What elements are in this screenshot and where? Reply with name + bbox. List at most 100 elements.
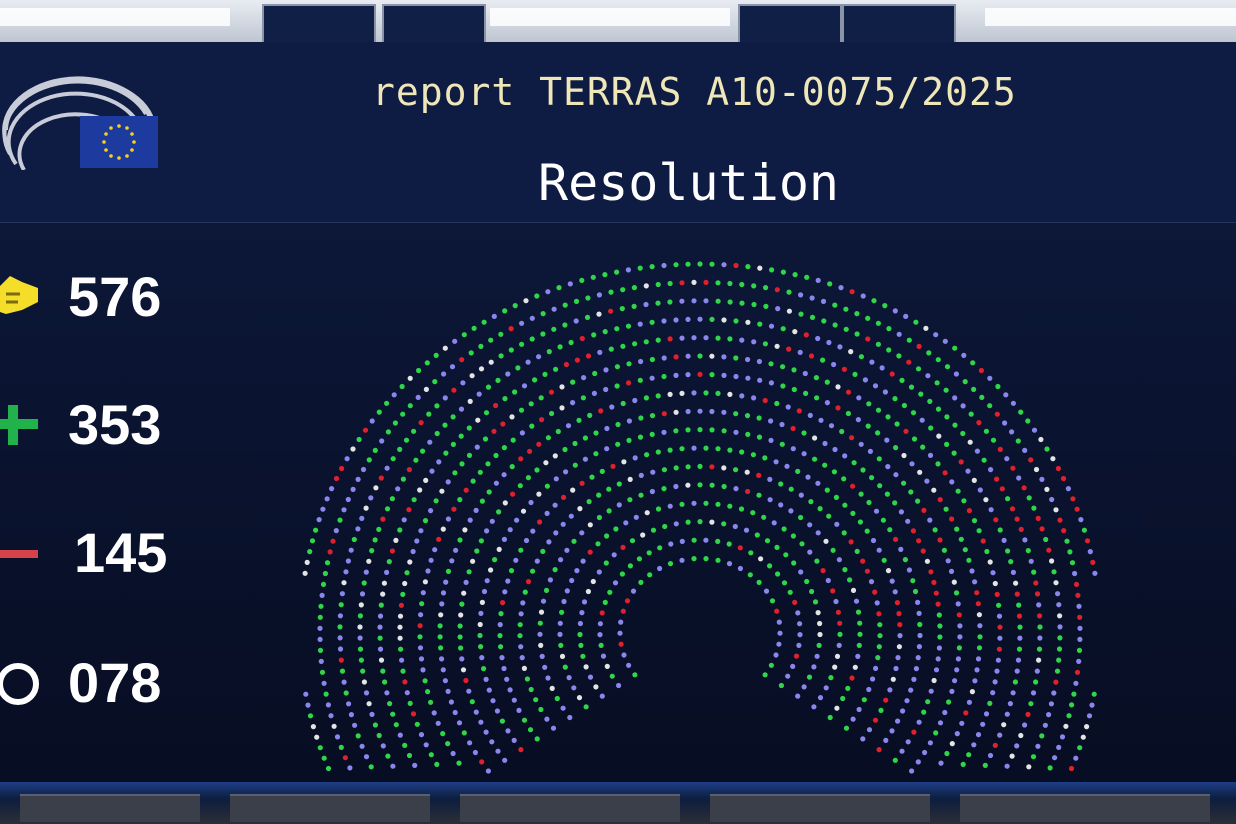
seat-dot	[1028, 701, 1034, 707]
seat-dot	[559, 653, 566, 659]
seat-dot	[685, 353, 691, 359]
seat-dot	[721, 317, 727, 323]
seat-dot	[1048, 701, 1054, 707]
seat-dot	[976, 612, 983, 618]
seat-dot	[1051, 690, 1057, 696]
seat-dot	[319, 669, 326, 675]
seat-dot	[949, 479, 955, 485]
desk	[230, 794, 430, 822]
seat-dot	[715, 538, 721, 544]
seat-dot	[655, 449, 661, 455]
seat-dot	[613, 526, 619, 532]
seat-dot	[875, 655, 881, 661]
seat-dot	[842, 567, 848, 573]
seat-dot	[809, 314, 816, 320]
seat-dot	[786, 308, 792, 314]
seat-dot	[971, 742, 977, 748]
seat-dot	[924, 558, 931, 564]
seat-dot	[611, 552, 617, 558]
seat-dot	[751, 283, 757, 289]
seat-dot	[826, 339, 832, 346]
seat-dot	[640, 532, 646, 538]
seat-dot	[618, 619, 624, 625]
seat-dot	[438, 645, 444, 651]
seat-dot	[995, 383, 1001, 390]
seat-dot	[661, 373, 667, 380]
seat-dot	[423, 477, 429, 483]
seat-dot	[441, 371, 447, 377]
seat-dot	[777, 630, 783, 636]
seat-dot	[533, 697, 539, 703]
seat-dot	[952, 395, 958, 401]
seat-dot	[631, 303, 637, 309]
seat-dot	[673, 409, 679, 415]
seat-dot	[966, 508, 973, 514]
seat-dot	[614, 383, 620, 389]
seat-dot	[347, 765, 353, 771]
seat-dot	[932, 527, 938, 533]
seat-dot	[843, 725, 850, 731]
seat-dot	[934, 380, 940, 386]
seat-dot	[935, 461, 941, 467]
seat-dot	[452, 470, 458, 476]
seat-dot	[386, 559, 392, 565]
seat-dot	[831, 469, 838, 475]
screen-header: report TERRAS A10-0075/2025 Resolution	[0, 42, 1236, 223]
seat-dot	[937, 623, 943, 629]
seat-dot	[919, 417, 925, 423]
seat-dot	[568, 513, 574, 519]
seat-dot	[505, 578, 511, 584]
seat-dot	[830, 588, 836, 594]
seat-dot	[904, 698, 910, 704]
seat-dot	[768, 437, 774, 443]
seat-dot	[744, 469, 750, 475]
seat-dot	[894, 421, 900, 427]
seat-dot	[960, 761, 966, 768]
seat-dot	[860, 736, 866, 742]
seat-dot	[1033, 679, 1039, 685]
seat-dot	[906, 359, 912, 365]
seat-dot	[401, 517, 407, 523]
seat-dot	[623, 520, 629, 526]
seat-dot	[987, 403, 993, 409]
seat-dot	[845, 410, 852, 417]
seat-dot	[974, 590, 980, 596]
seat-dot	[737, 565, 743, 572]
seat-dot	[561, 494, 567, 500]
seat-dot	[532, 377, 538, 383]
seat-dot	[475, 417, 481, 423]
seat-dot	[945, 558, 951, 564]
seat-dot	[866, 686, 872, 693]
seat-dot	[627, 497, 633, 503]
seat-dot	[474, 548, 480, 554]
seat-dot	[971, 518, 978, 524]
seat-dot	[977, 487, 983, 493]
seat-dot	[987, 752, 994, 759]
seat-dot	[920, 548, 926, 554]
seat-dot	[420, 667, 426, 673]
seat-dot	[625, 267, 631, 273]
seat-dot	[596, 292, 602, 298]
seat-dot	[927, 517, 933, 523]
seat-dot	[463, 487, 469, 493]
seat-dot	[507, 687, 513, 693]
seat-dot	[488, 359, 494, 365]
seat-dot	[767, 497, 773, 503]
seat-dot	[828, 675, 834, 681]
seat-dot	[855, 653, 861, 659]
seat-dot	[333, 475, 340, 482]
seat-dot	[954, 731, 960, 737]
seat-dot	[649, 264, 655, 270]
seat-dot	[342, 755, 348, 761]
eu-flag-icon	[80, 116, 158, 168]
seat-dot	[400, 668, 406, 674]
seat-dot	[440, 590, 447, 596]
seat-dot	[1014, 743, 1020, 749]
seat-dot	[410, 711, 417, 717]
seat-dot	[1052, 755, 1058, 761]
seat-dot	[1080, 734, 1086, 740]
seat-dot	[877, 483, 883, 489]
seat-dot	[1090, 559, 1096, 565]
seat-dot	[709, 353, 715, 359]
seat-dot	[485, 384, 492, 390]
